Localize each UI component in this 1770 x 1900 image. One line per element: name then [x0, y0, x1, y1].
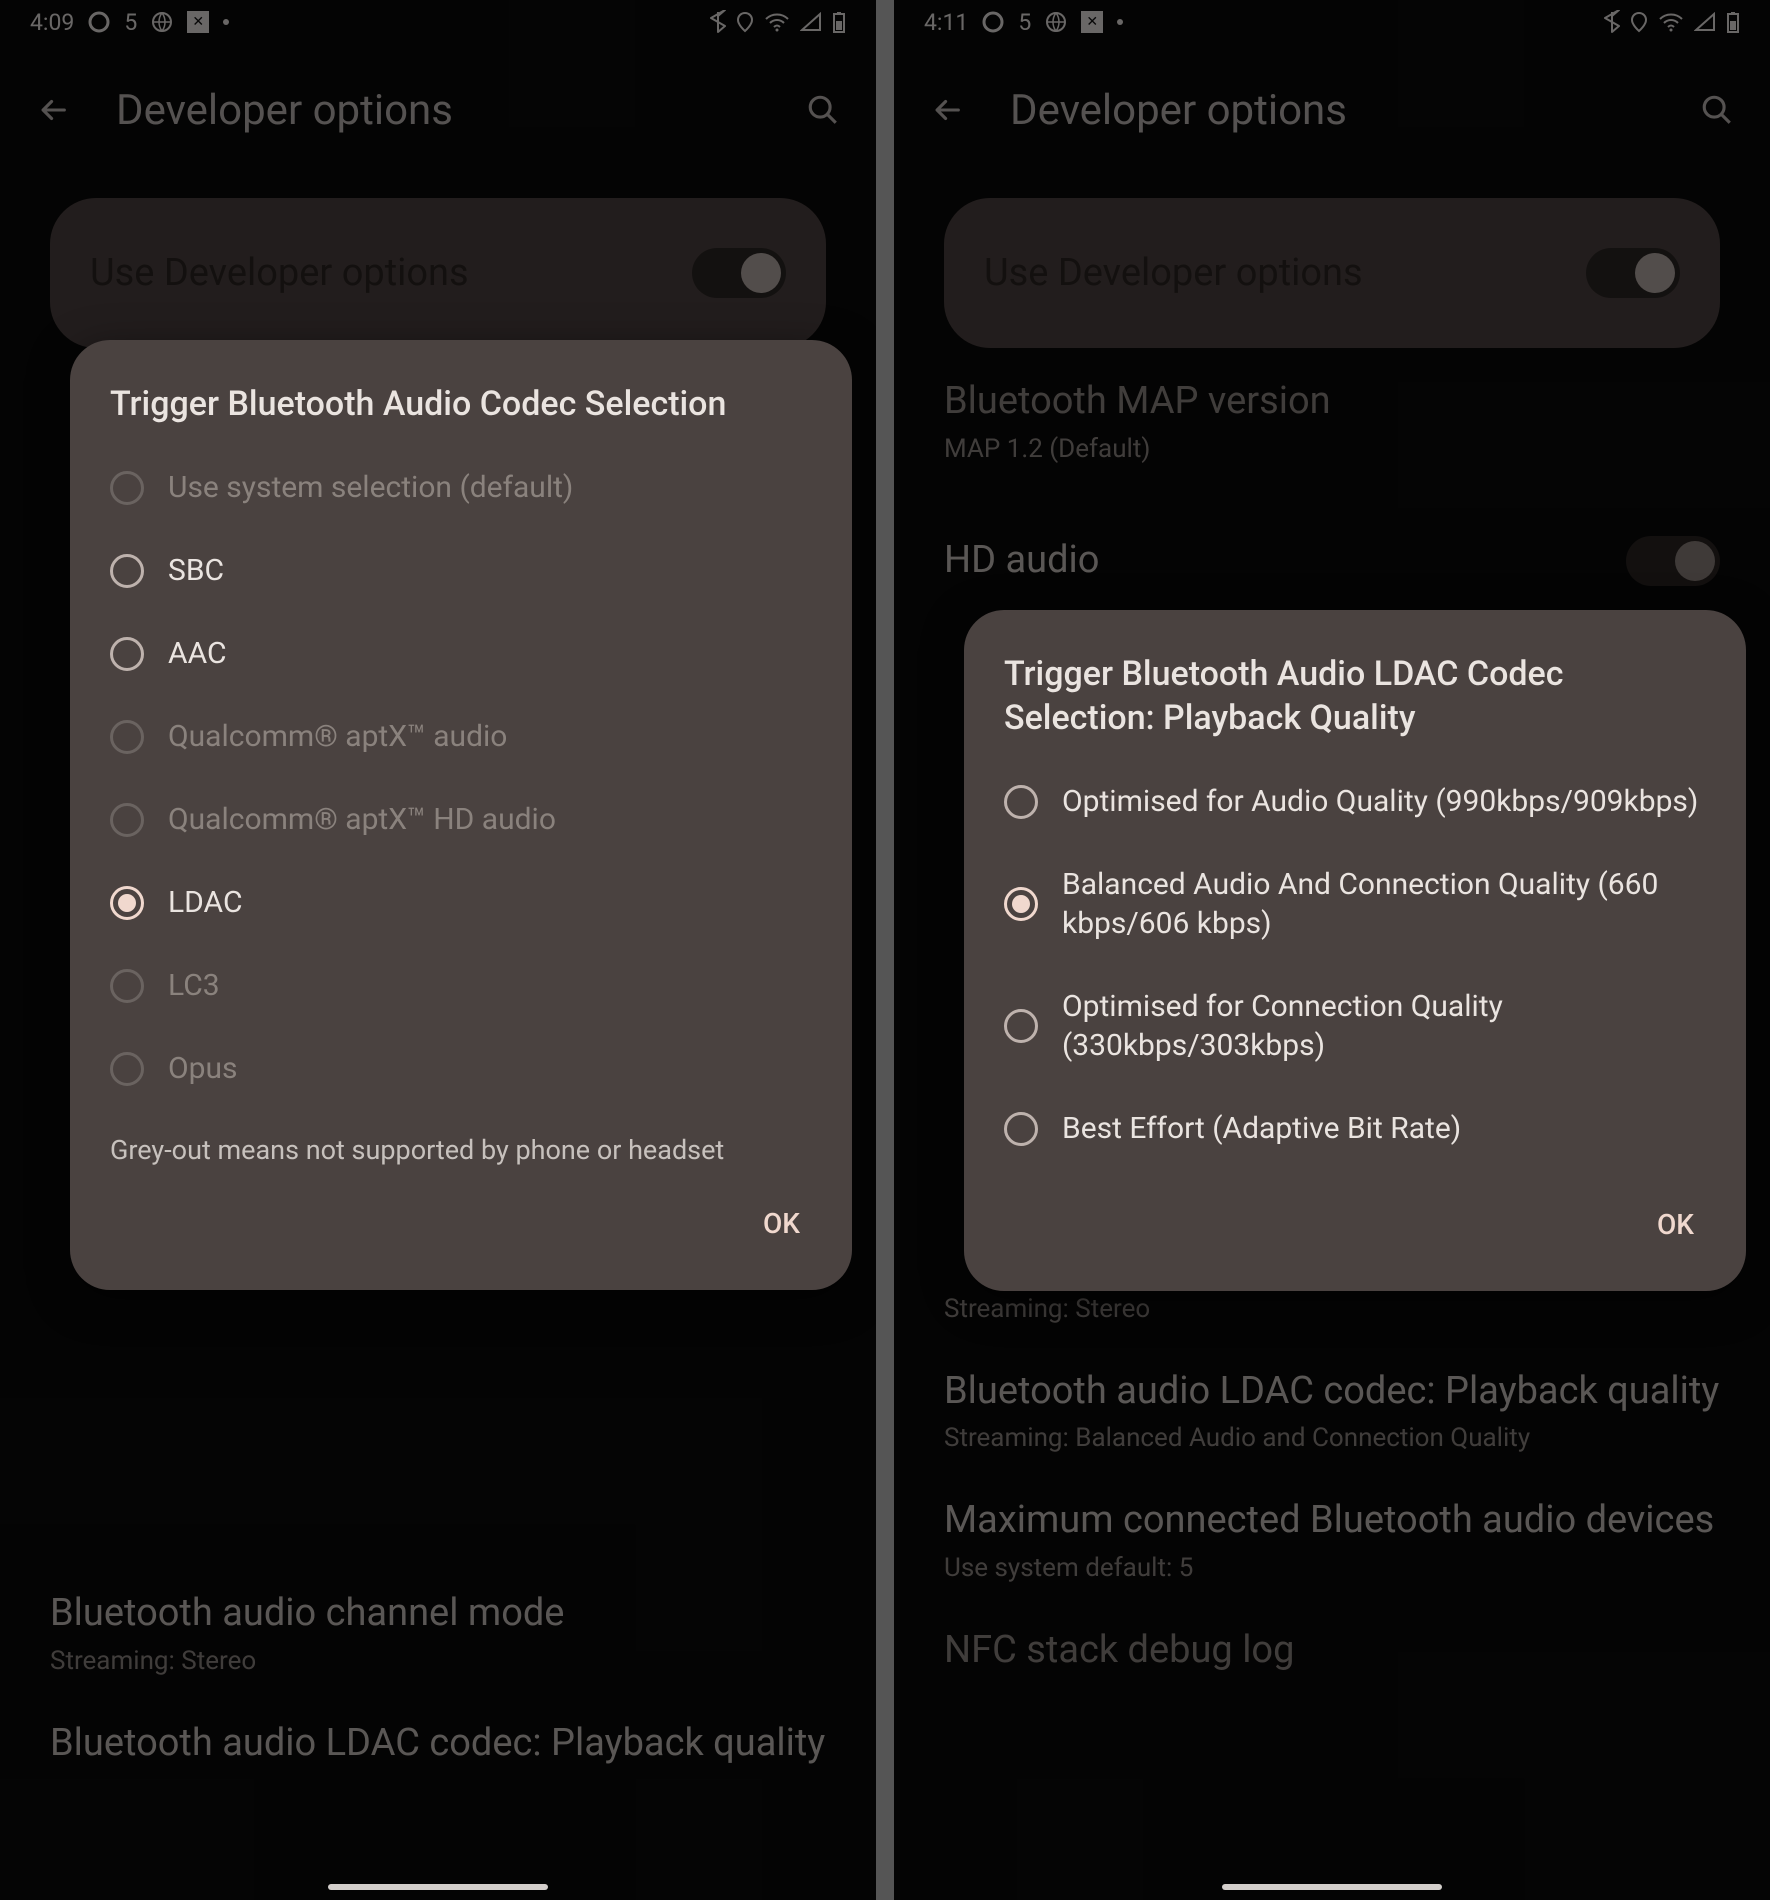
radio-icon	[1004, 1112, 1038, 1146]
radio-icon	[110, 637, 144, 671]
radio-option-best-effort[interactable]: Best Effort (Adaptive Bit Rate)	[964, 1087, 1746, 1170]
radio-icon	[110, 1052, 144, 1086]
radio-option-aac[interactable]: AAC	[70, 612, 852, 695]
dialog-title: Trigger Bluetooth Audio Codec Selection	[70, 382, 852, 446]
radio-option-opus[interactable]: Opus	[70, 1027, 852, 1110]
phone-left: 4:09 5 ✕	[0, 0, 876, 1900]
radio-option-aptx-hd[interactable]: Qualcomm® aptX™ HD audio	[70, 778, 852, 861]
radio-option-aptx[interactable]: Qualcomm® aptX™ audio	[70, 695, 852, 778]
dialog-note: Grey-out means not supported by phone or…	[70, 1110, 852, 1168]
radio-icon	[1004, 785, 1038, 819]
radio-icon	[110, 886, 144, 920]
radio-option-lc3[interactable]: LC3	[70, 944, 852, 1027]
radio-option-balanced[interactable]: Balanced Audio And Connection Quality (6…	[964, 843, 1746, 965]
radio-icon	[110, 554, 144, 588]
radio-option-ldac[interactable]: LDAC	[70, 861, 852, 944]
codec-selection-dialog: Trigger Bluetooth Audio Codec Selection …	[70, 340, 852, 1290]
gesture-nav-handle[interactable]	[1222, 1884, 1442, 1890]
radio-option-connection-quality[interactable]: Optimised for Connection Quality (330kbp…	[964, 965, 1746, 1087]
radio-icon	[1004, 1009, 1038, 1043]
radio-icon	[110, 969, 144, 1003]
radio-icon	[110, 803, 144, 837]
ldac-quality-dialog: Trigger Bluetooth Audio LDAC Codec Selec…	[964, 610, 1746, 1291]
radio-icon	[1004, 887, 1038, 921]
ok-button[interactable]: OK	[1651, 1198, 1700, 1251]
ok-button[interactable]: OK	[757, 1197, 806, 1250]
radio-icon	[110, 720, 144, 754]
phone-right: 4:11 5 ✕	[894, 0, 1770, 1900]
radio-icon	[110, 471, 144, 505]
gesture-nav-handle[interactable]	[328, 1884, 548, 1890]
dialog-title: Trigger Bluetooth Audio LDAC Codec Selec…	[964, 652, 1746, 760]
radio-option-audio-quality[interactable]: Optimised for Audio Quality (990kbps/909…	[964, 760, 1746, 843]
radio-option-sbc[interactable]: SBC	[70, 529, 852, 612]
radio-option-system-default[interactable]: Use system selection (default)	[70, 446, 852, 529]
